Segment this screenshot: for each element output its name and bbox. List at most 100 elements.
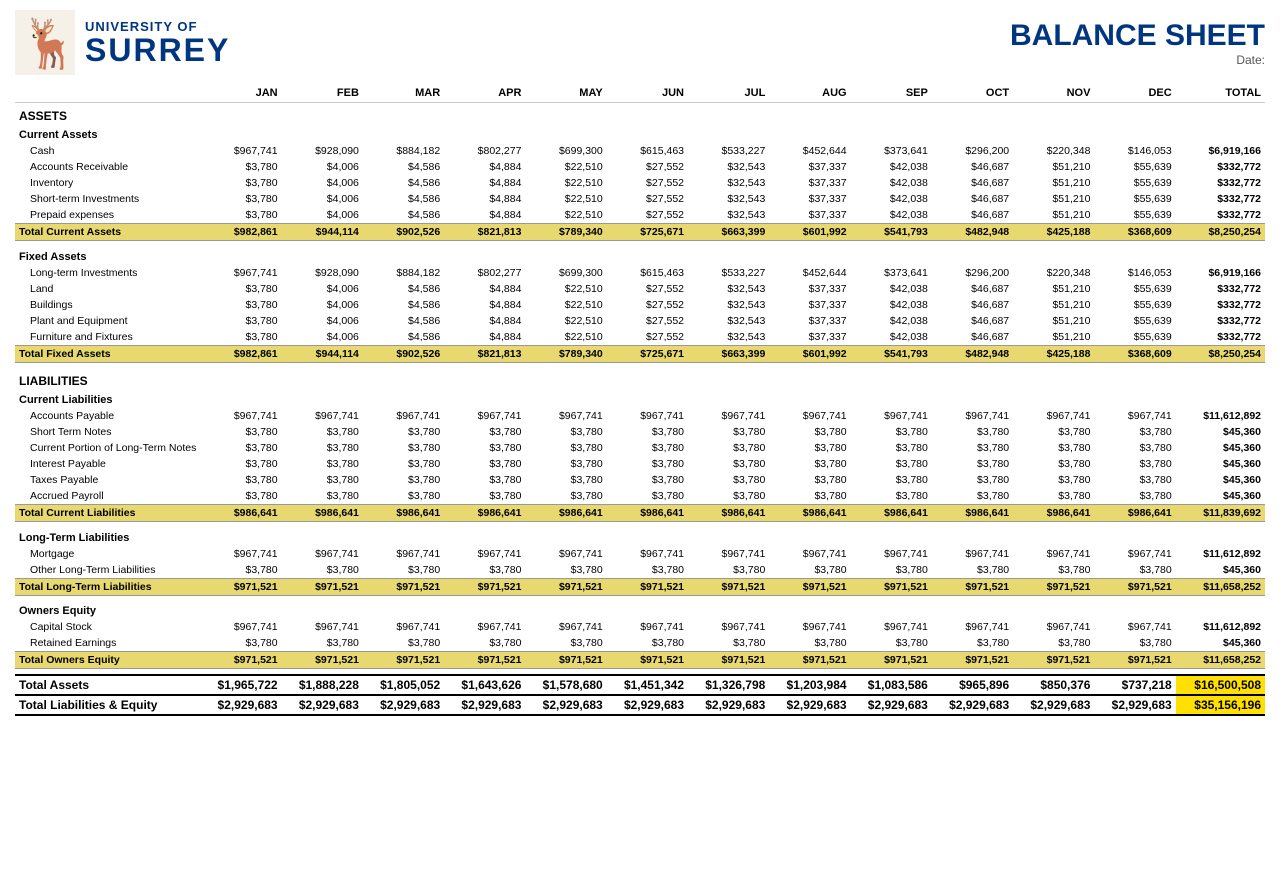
prepaid-expenses-row: Prepaid expenses $3,780$4,006$4,586$4,88… [15, 207, 1265, 224]
ip-label: Interest Payable [15, 456, 200, 472]
cash-jan: $967,741 [200, 143, 281, 159]
col-total: TOTAL [1176, 85, 1265, 103]
toe-label: Total Owners Equity [15, 652, 200, 669]
tcl-label: Total Current Liabilities [15, 505, 200, 522]
accounts-payable-row: Accounts Payable $967,741$967,741$967,74… [15, 408, 1265, 424]
tltl-label: Total Long-Term Liabilities [15, 578, 200, 595]
col-dec: DEC [1094, 85, 1175, 103]
university-logo-icon: 🦌 [15, 10, 75, 75]
total-liabilities-equity-row: Total Liabilities & Equity $2,929,683$2,… [15, 695, 1265, 715]
logo-area: 🦌 UNIVERSITY OF SURREY [15, 10, 230, 75]
col-feb: FEB [282, 85, 363, 103]
surrey-line: SURREY [85, 34, 230, 66]
header: 🦌 UNIVERSITY OF SURREY BALANCE SHEET Dat… [15, 10, 1265, 75]
cash-mar: $884,182 [363, 143, 444, 159]
buildings-row: Buildings $3,780$4,006$4,586$4,884$22,51… [15, 297, 1265, 313]
assets-section-header: ASSETS [15, 103, 1265, 126]
mortgage-row: Mortgage $967,741$967,741$967,741$967,74… [15, 546, 1265, 562]
land-label: Land [15, 281, 200, 297]
ta-total: $16,500,508 [1176, 675, 1265, 695]
current-portion-ltn-row: Current Portion of Long-Term Notes $3,78… [15, 440, 1265, 456]
total-current-assets-row: Total Current Assets $982,861$944,114$90… [15, 224, 1265, 241]
total-fixed-assets-row: Total Fixed Assets $982,861$944,114$902,… [15, 345, 1265, 362]
cash-apr: $802,277 [444, 143, 525, 159]
taxes-payable-row: Taxes Payable $3,780$3,780$3,780$3,780$3… [15, 472, 1265, 488]
col-may: MAY [525, 85, 606, 103]
col-jul: JUL [688, 85, 769, 103]
col-mar: MAR [363, 85, 444, 103]
lt-liabilities-header: Long-Term Liabilities [15, 528, 1265, 546]
owners-equity-header: Owners Equity [15, 601, 1265, 619]
oltl-label: Other Long-Term Liabilities [15, 562, 200, 579]
cs-label: Capital Stock [15, 619, 200, 635]
long-term-investments-row: Long-term Investments $967,741$928,090$8… [15, 265, 1265, 281]
buildings-label: Buildings [15, 297, 200, 313]
accounts-receivable-row: Accounts Receivable $3,780$4,006$4,586$4… [15, 159, 1265, 175]
col-jan: JAN [200, 85, 281, 103]
col-nov: NOV [1013, 85, 1094, 103]
logo-text: UNIVERSITY OF SURREY [85, 19, 230, 66]
tle-total: $35,156,196 [1176, 695, 1265, 715]
capital-stock-row: Capital Stock $967,741$967,741$967,741$9… [15, 619, 1265, 635]
ar-label: Accounts Receivable [15, 159, 200, 175]
page-title: BALANCE SHEET [1010, 19, 1265, 53]
date-label: Date: [1010, 53, 1265, 67]
retained-earnings-row: Retained Earnings $3,780$3,780$3,780$3,7… [15, 635, 1265, 652]
lti-label: Long-term Investments [15, 265, 200, 281]
pe-label: Plant and Equipment [15, 313, 200, 329]
tca-label: Total Current Assets [15, 224, 200, 241]
furniture-fixtures-row: Furniture and Fixtures $3,780$4,006$4,58… [15, 329, 1265, 346]
interest-payable-row: Interest Payable $3,780$3,780$3,780$3,78… [15, 456, 1265, 472]
apayroll-label: Accrued Payroll [15, 488, 200, 505]
ap-label: Accounts Payable [15, 408, 200, 424]
sti-label: Short-term Investments [15, 191, 200, 207]
cash-jul: $533,227 [688, 143, 769, 159]
ff-label: Furniture and Fixtures [15, 329, 200, 346]
tp-label: Taxes Payable [15, 472, 200, 488]
cash-row: Cash $967,741 $928,090 $884,182 $802,277… [15, 143, 1265, 159]
cash-aug: $452,644 [769, 143, 850, 159]
svg-text:🦌: 🦌 [20, 16, 75, 71]
total-assets-row: Total Assets $1,965,722$1,888,228$1,805,… [15, 675, 1265, 695]
tfa-label: Total Fixed Assets [15, 345, 200, 362]
re-label: Retained Earnings [15, 635, 200, 652]
col-jun: JUN [607, 85, 688, 103]
inventory-label: Inventory [15, 175, 200, 191]
cash-feb: $928,090 [282, 143, 363, 159]
ta-label: Total Assets [15, 675, 200, 695]
short-term-notes-row: Short Term Notes $3,780$3,780$3,780$3,78… [15, 424, 1265, 440]
cpltn-label: Current Portion of Long-Term Notes [15, 440, 200, 456]
inventory-row: Inventory $3,780$4,006$4,586$4,884$22,51… [15, 175, 1265, 191]
current-assets-header: Current Assets [15, 125, 1265, 143]
fixed-assets-header: Fixed Assets [15, 247, 1265, 265]
ar-total: $332,772 [1176, 159, 1265, 175]
other-lt-liabilities-row: Other Long-Term Liabilities $3,780$3,780… [15, 562, 1265, 579]
mortgage-label: Mortgage [15, 546, 200, 562]
cash-sep: $373,641 [851, 143, 932, 159]
current-liabilities-header: Current Liabilities [15, 390, 1265, 408]
accrued-payroll-row: Accrued Payroll $3,780$3,780$3,780$3,780… [15, 488, 1265, 505]
ar-jan: $3,780 [200, 159, 281, 175]
col-aug: AUG [769, 85, 850, 103]
cash-oct: $296,200 [932, 143, 1013, 159]
col-oct: OCT [932, 85, 1013, 103]
col-label [15, 85, 200, 103]
land-row: Land $3,780$4,006$4,586$4,884$22,510$27,… [15, 281, 1265, 297]
total-lt-liabilities-row: Total Long-Term Liabilities $971,521$971… [15, 578, 1265, 595]
balance-table: JAN FEB MAR APR MAY JUN JUL AUG SEP OCT … [15, 85, 1265, 716]
col-sep: SEP [851, 85, 932, 103]
cash-total: $6,919,166 [1176, 143, 1265, 159]
column-header-row: JAN FEB MAR APR MAY JUN JUL AUG SEP OCT … [15, 85, 1265, 103]
tle-label: Total Liabilities & Equity [15, 695, 200, 715]
cash-dec: $146,053 [1094, 143, 1175, 159]
cash-label: Cash [15, 143, 200, 159]
cash-nov: $220,348 [1013, 143, 1094, 159]
liabilities-section-header: LIABILITIES [15, 368, 1265, 390]
cash-may: $699,300 [525, 143, 606, 159]
plant-equipment-row: Plant and Equipment $3,780$4,006$4,586$4… [15, 313, 1265, 329]
short-term-investments-row: Short-term Investments $3,780$4,006$4,58… [15, 191, 1265, 207]
stn-label: Short Term Notes [15, 424, 200, 440]
total-current-liabilities-row: Total Current Liabilities $986,641$986,6… [15, 505, 1265, 522]
prepaid-label: Prepaid expenses [15, 207, 200, 224]
total-owners-equity-row: Total Owners Equity $971,521$971,521$971… [15, 652, 1265, 669]
